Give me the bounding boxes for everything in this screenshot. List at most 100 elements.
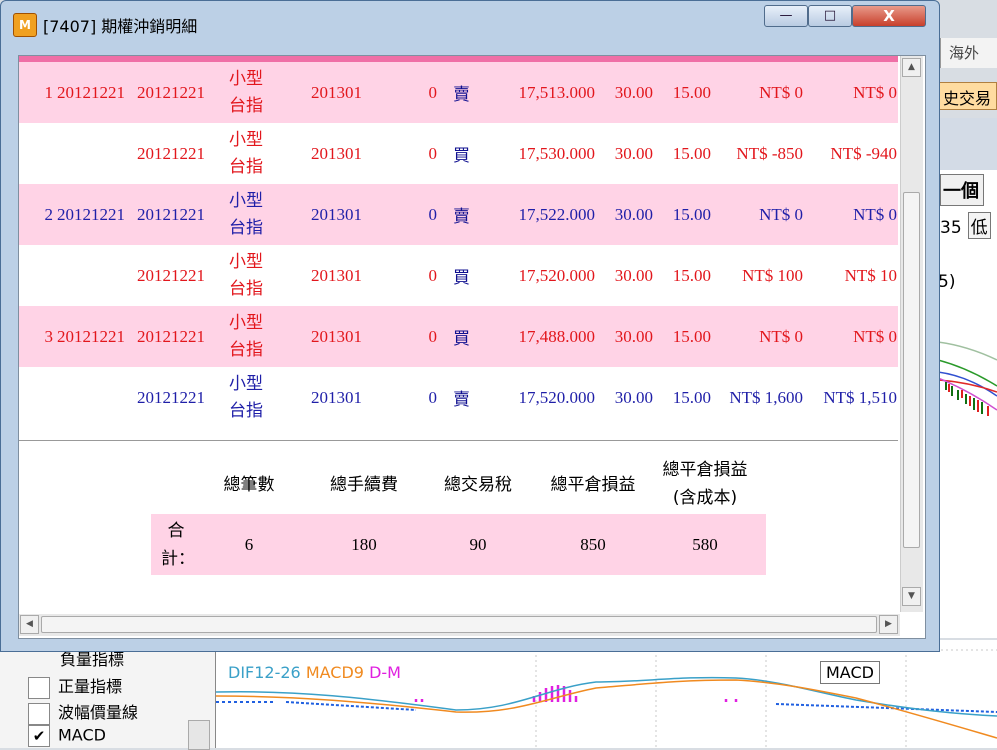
history-trade-button[interactable]: 史交易	[938, 82, 997, 110]
horizontal-scrollbar[interactable]: ◀ ▶	[19, 614, 900, 636]
cell-product-line1: 小型	[229, 252, 263, 272]
maximize-button[interactable]: □	[808, 5, 852, 27]
cell-fee: 30.00	[614, 143, 653, 163]
cell-pl: NT$ 0	[759, 204, 803, 224]
macd-legend: DIF12-26 MACD9 D-M	[228, 663, 401, 682]
cell-product-line2: 台指	[229, 96, 263, 116]
cell-date1	[57, 367, 139, 428]
low-field: 35 低	[938, 212, 997, 239]
cell-month: 201301	[311, 265, 362, 285]
cell-product-line2: 台指	[229, 157, 263, 177]
cell-no	[25, 123, 53, 184]
summary-label: 合 計：	[161, 514, 195, 575]
horizontal-scroll-thumb[interactable]	[41, 616, 877, 633]
cell-month: 201301	[311, 326, 362, 346]
overseas-tab[interactable]: 海外	[940, 38, 997, 68]
indicator-label: 正量指標	[58, 677, 123, 696]
cell-product-line2: 台指	[229, 279, 263, 299]
cell-qty: 0	[428, 387, 438, 407]
summary-tax: 90	[469, 534, 487, 554]
cell-pl-cost: NT$ -940	[830, 143, 897, 163]
close-button[interactable]: X	[852, 5, 926, 27]
scroll-down-arrow-icon[interactable]: ▼	[902, 587, 921, 606]
cell-tax: 15.00	[672, 326, 711, 346]
quote-panel-header	[938, 118, 997, 170]
cell-pl: NT$ -850	[736, 143, 803, 163]
cell-qty: 0	[428, 82, 438, 102]
vertical-scrollbar[interactable]: ▲ ▼	[900, 56, 923, 612]
summary-pl-cost: 580	[692, 534, 718, 554]
minimize-button[interactable]: —	[764, 5, 808, 27]
cell-price: 17,513.000	[518, 82, 596, 102]
cell-month: 201301	[311, 82, 362, 102]
summary-header-fee: 總手續費	[330, 475, 398, 495]
cell-date2: 20121221	[137, 143, 205, 163]
cell-product-line2: 台指	[229, 401, 263, 421]
checkbox-checked[interactable]: ✔	[28, 725, 50, 747]
cell-product: 小型 台指	[229, 249, 269, 303]
cell-product-line2: 台指	[229, 218, 263, 238]
table-row[interactable]: 3 20121221 20121221 201301 0 買 17,488.000 30.00…	[19, 306, 898, 367]
cell-price: 17,488.000	[518, 326, 596, 346]
scroll-left-arrow-icon[interactable]: ◀	[20, 615, 39, 634]
cell-date2: 20121221	[137, 326, 205, 346]
summary-count: 6	[244, 534, 254, 554]
cell-price: 17,520.000	[518, 387, 596, 407]
summary-header-count: 總筆數	[223, 475, 275, 495]
scroll-right-arrow-icon[interactable]: ▶	[879, 615, 898, 634]
cell-fee: 30.00	[614, 82, 653, 102]
table-row[interactable]: 20121221 201301 0 買 17,520.000 30.00 15.00 NT$ …	[19, 245, 898, 306]
summary-row: 合 計： 6 180 90 850 580	[151, 514, 766, 575]
table-row[interactable]: 2 20121221 20121221 201301 0 賣 17,522.000 30.00…	[19, 184, 898, 245]
cell-tax: 15.00	[672, 387, 711, 407]
checkbox[interactable]	[28, 702, 50, 725]
cell-qty: 0	[428, 326, 438, 346]
table-row[interactable]: 20121221 201301 0 賣 17,520.000 30.00 15.00 NT$ …	[19, 367, 898, 428]
cell-product-line1: 小型	[229, 313, 263, 333]
cell-no	[25, 245, 53, 306]
cell-date1: 20121221	[57, 204, 125, 224]
scroll-up-arrow-icon[interactable]: ▲	[902, 58, 921, 77]
cell-no: 3	[44, 326, 54, 346]
checkbox[interactable]	[28, 676, 50, 699]
check-icon: ✔	[32, 727, 46, 745]
cell-qty: 0	[428, 204, 438, 224]
summary-header-pl-cost-line1: 總平倉損益	[662, 460, 748, 480]
cell-product-line2: 台指	[229, 340, 263, 360]
list-scrollbar[interactable]	[188, 720, 210, 750]
vertical-scroll-thumb[interactable]	[903, 192, 920, 548]
cell-pl: NT$ 1,600	[729, 387, 803, 407]
cell-date1: 20121221	[57, 82, 125, 102]
summary-label-line1: 合	[167, 521, 185, 541]
summary-header-tax: 總交易稅	[444, 475, 512, 495]
cell-pl: NT$ 0	[759, 326, 803, 346]
cell-date2: 20121221	[137, 82, 205, 102]
cell-product-line1: 小型	[229, 374, 263, 394]
cell-pl-cost: NT$ 1,510	[823, 387, 897, 407]
table-row[interactable]: 1 20121221 20121221 201301 0 賣 17,513.000 30.00…	[19, 62, 898, 123]
title-bar[interactable]: M [7407] 期權沖銷明細 — □ X	[1, 1, 939, 43]
indicator-item-macd[interactable]: ✔ MACD	[28, 725, 106, 749]
summary-pl: 850	[580, 534, 606, 554]
summary-fee: 180	[351, 534, 377, 554]
macd-chart	[216, 640, 997, 748]
next-button[interactable]: 一個	[940, 174, 984, 206]
indicator-item-positive-volume[interactable]: 正量指標	[28, 673, 123, 699]
cell-no	[25, 367, 53, 428]
cell-product-line1: 小型	[229, 130, 263, 150]
cell-pl-cost: NT$ 0	[853, 204, 897, 224]
cell-tax: 15.00	[672, 265, 711, 285]
macd-label-box: MACD	[820, 661, 880, 684]
cell-date2: 20121221	[137, 204, 205, 224]
cell-qty: 0	[428, 143, 438, 163]
cell-tax: 15.00	[672, 204, 711, 224]
table-row[interactable]: 20121221 201301 0 買 17,530.000 30.00 15.00 NT$ …	[19, 123, 898, 184]
cell-date1	[57, 123, 139, 184]
cell-pl-cost: NT$ 0	[853, 82, 897, 102]
cell-month: 201301	[311, 143, 362, 163]
legend-macd: MACD9	[305, 663, 364, 682]
cell-price: 17,530.000	[518, 143, 596, 163]
cell-product: 小型 台指	[229, 310, 269, 364]
indicator-item-volatility[interactable]: 波幅價量線	[28, 699, 138, 725]
app-icon: M	[13, 13, 37, 37]
